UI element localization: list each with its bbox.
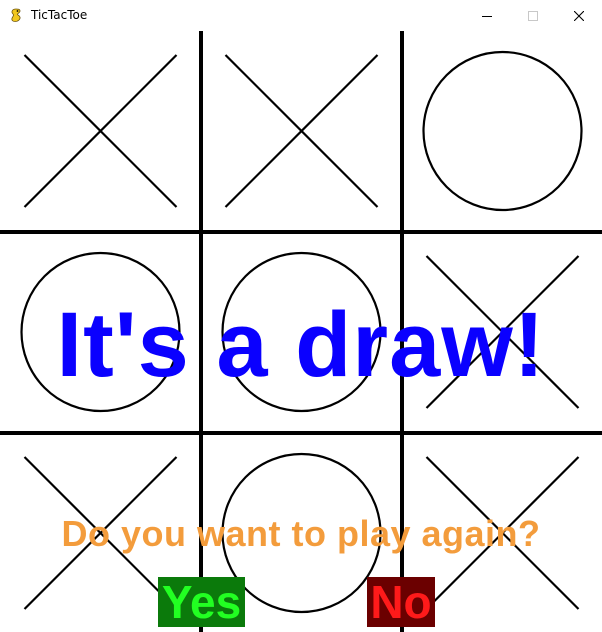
yes-button[interactable]: Yes: [158, 577, 245, 627]
result-message: It's a draw!: [56, 294, 546, 396]
no-button-label: No: [370, 576, 432, 628]
title-bar: TicTacToe: [0, 0, 602, 32]
pygame-snake-icon: [9, 8, 24, 23]
no-button[interactable]: No: [367, 577, 435, 627]
o-mark-r0c2: [422, 50, 583, 212]
game-board[interactable]: It's a draw! Do you want to play again? …: [0, 31, 602, 632]
minimize-button[interactable]: [464, 0, 510, 31]
maximize-icon: [528, 10, 538, 21]
minimize-icon: [482, 15, 492, 17]
play-again-question: Do you want to play again?: [61, 513, 541, 554]
close-button[interactable]: [556, 0, 602, 31]
window-title: TicTacToe: [31, 8, 88, 22]
maximize-button[interactable]: [510, 0, 556, 31]
close-icon: [574, 10, 584, 21]
yes-button-label: Yes: [161, 576, 242, 628]
